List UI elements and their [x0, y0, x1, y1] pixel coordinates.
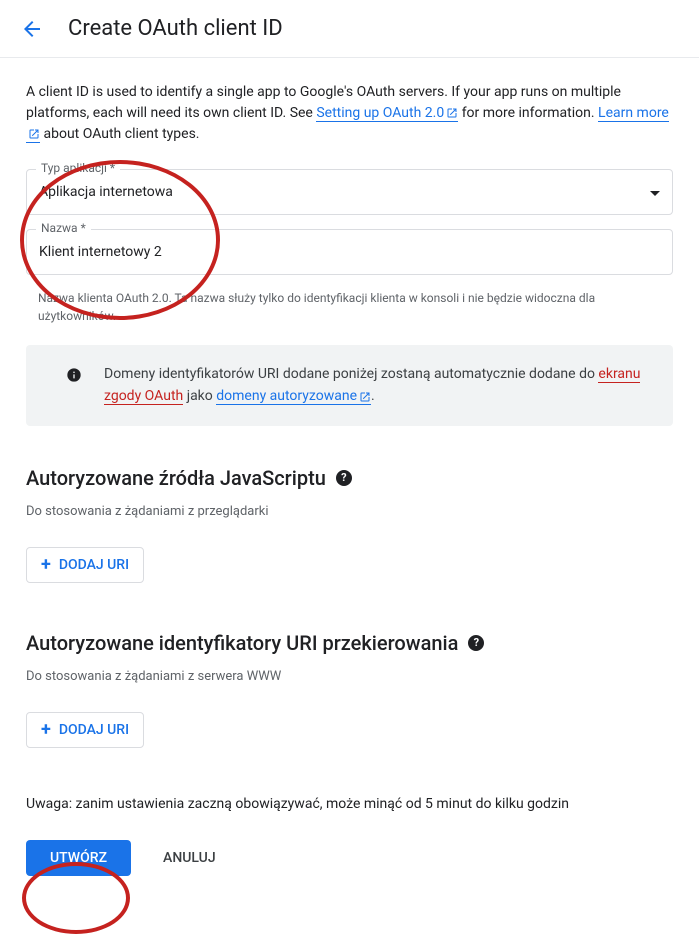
- info-banner: Domeny identyfikatorów URI dodane poniże…: [26, 345, 673, 426]
- info-icon: [66, 367, 82, 383]
- create-button[interactable]: UTWÓRZ: [26, 840, 131, 876]
- help-icon[interactable]: ?: [468, 635, 484, 651]
- app-type-value: Aplikacja internetowa: [39, 184, 173, 200]
- plus-icon: +: [41, 556, 51, 574]
- banner-text-mid: jako: [187, 388, 217, 404]
- js-origins-subtitle: Do stosowania z żądaniami z przeglądarki: [26, 504, 673, 519]
- redirect-uris-subtitle: Do stosowania z żądaniami z serwera WWW: [26, 669, 673, 684]
- plus-icon: +: [41, 721, 51, 739]
- setup-oauth-link[interactable]: Setting up OAuth 2.0: [316, 105, 458, 122]
- content: A client ID is used to identify a single…: [0, 58, 699, 900]
- app-type-label: Typ aplikacji *: [36, 161, 120, 175]
- page-header: Create OAuth client ID: [0, 0, 699, 58]
- js-origins-title: Autoryzowane źródła JavaScriptu ?: [26, 466, 673, 490]
- back-arrow-icon[interactable]: [20, 17, 44, 41]
- banner-text-after: .: [371, 388, 375, 404]
- name-field: Nazwa *: [26, 229, 673, 275]
- settings-delay-note: Uwaga: zanim ustawienia zaczną obowiązyw…: [26, 796, 673, 812]
- help-icon[interactable]: ?: [336, 470, 352, 486]
- intro-mid: for more information.: [462, 105, 598, 121]
- name-input[interactable]: [26, 229, 673, 275]
- redirect-uris-title: Autoryzowane identyfikatory URI przekier…: [26, 631, 673, 655]
- authorized-domains-link[interactable]: domeny autoryzowane: [216, 388, 371, 405]
- chevron-down-icon: [650, 184, 660, 200]
- add-redirect-uri-button[interactable]: + DODAJ URI: [26, 712, 144, 748]
- app-type-field: Typ aplikacji * Aplikacja internetowa: [26, 169, 673, 215]
- page-title: Create OAuth client ID: [68, 16, 283, 41]
- intro-after: about OAuth client types.: [43, 126, 199, 142]
- intro-text: A client ID is used to identify a single…: [26, 82, 673, 145]
- cancel-button[interactable]: ANULUJ: [163, 850, 216, 866]
- banner-text-before: Domeny identyfikatorów URI dodane poniże…: [104, 366, 598, 382]
- add-js-uri-button[interactable]: + DODAJ URI: [26, 547, 144, 583]
- action-row: UTWÓRZ ANULUJ: [26, 840, 673, 876]
- name-label: Nazwa *: [36, 221, 91, 235]
- name-helper-text: Nazwa klienta OAuth 2.0. Ta nazwa służy …: [26, 289, 673, 325]
- app-type-select[interactable]: Aplikacja internetowa: [26, 169, 673, 215]
